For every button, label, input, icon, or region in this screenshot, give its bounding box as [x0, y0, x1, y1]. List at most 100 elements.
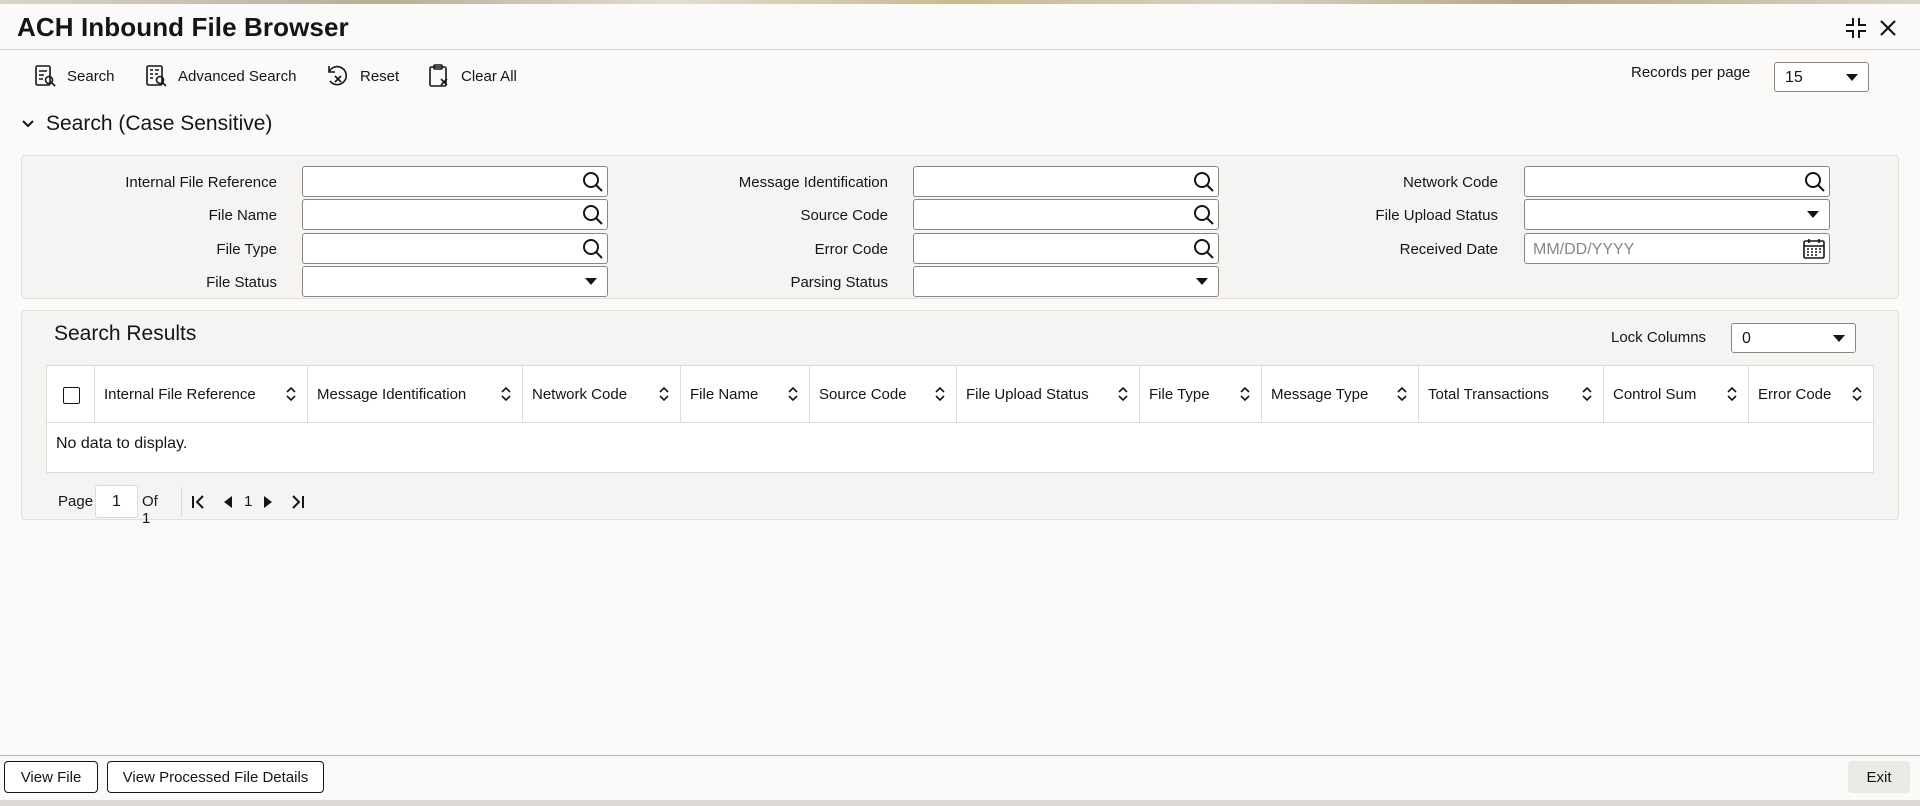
sort-icon — [935, 386, 945, 402]
file-status-select[interactable] — [302, 266, 608, 297]
exit-button[interactable]: Exit — [1848, 761, 1910, 793]
chevron-down-icon — [1807, 211, 1819, 218]
view-processed-file-details-button[interactable]: View Processed File Details — [107, 761, 324, 793]
column-header[interactable]: Internal File Reference — [95, 366, 308, 423]
column-header-label: File Upload Status — [966, 386, 1089, 403]
page-number-value: 1 — [112, 492, 121, 510]
search-section-toggle[interactable]: Search (Case Sensitive) — [20, 110, 272, 138]
column-header[interactable]: File Upload Status — [957, 366, 1140, 423]
lock-columns-label: Lock Columns — [1611, 329, 1707, 346]
column-header[interactable]: Network Code — [523, 366, 681, 423]
compress-icon[interactable] — [1842, 14, 1870, 42]
select-all-cell — [47, 366, 95, 423]
chevron-down-icon — [585, 278, 597, 285]
search-results-title: Search Results — [54, 322, 197, 345]
column-header[interactable]: File Type — [1140, 366, 1262, 423]
search-button-label: Search — [67, 67, 115, 85]
current-page-number[interactable]: 1 — [244, 493, 252, 510]
file-upload-status-label: File Upload Status — [1375, 207, 1498, 224]
magnifier-icon[interactable] — [582, 238, 604, 265]
pager-divider — [181, 487, 182, 517]
column-header-label: File Type — [1149, 386, 1210, 403]
file-upload-status-select[interactable] — [1524, 199, 1830, 230]
sort-icon — [286, 386, 296, 402]
view-file-button[interactable]: View File — [4, 761, 98, 793]
lock-columns-select[interactable]: 0 — [1731, 323, 1856, 353]
search-icon — [35, 65, 56, 87]
reset-button[interactable]: Reset — [324, 62, 399, 90]
column-header[interactable]: Message Type — [1262, 366, 1419, 423]
magnifier-icon[interactable] — [1193, 238, 1215, 265]
select-all-checkbox[interactable] — [63, 387, 80, 404]
sort-icon — [788, 386, 798, 402]
magnifier-icon[interactable] — [582, 204, 604, 231]
magnifier-icon[interactable] — [1804, 171, 1826, 198]
reset-icon — [328, 65, 348, 86]
column-header-label: Total Transactions — [1428, 386, 1549, 403]
source-code-input[interactable] — [913, 199, 1219, 230]
records-per-page-select[interactable]: 15 — [1774, 62, 1869, 92]
clear-all-button[interactable]: Clear All — [427, 62, 517, 90]
column-header[interactable]: Message Identification — [308, 366, 523, 423]
file-name-input[interactable] — [302, 199, 608, 230]
magnifier-icon[interactable] — [1193, 171, 1215, 198]
source-code-label: Source Code — [800, 207, 888, 224]
last-page-icon[interactable] — [290, 494, 306, 510]
page-number-input[interactable]: 1 — [95, 485, 138, 518]
column-header[interactable]: Control Sum — [1604, 366, 1749, 423]
search-button[interactable]: Search — [33, 62, 115, 90]
advanced-search-label: Advanced Search — [178, 67, 297, 85]
sort-icon — [1118, 386, 1128, 402]
results-table: Internal File Reference Message Identifi… — [46, 365, 1874, 473]
advanced-search-button[interactable]: Advanced Search — [144, 62, 296, 90]
parsing-status-label: Parsing Status — [790, 274, 888, 291]
file-type-label: File Type — [216, 241, 277, 258]
sort-icon — [1582, 386, 1592, 402]
sort-icon — [501, 386, 511, 402]
search-section-title: Search (Case Sensitive) — [46, 112, 273, 135]
page-of-label: Of 1 — [142, 493, 158, 527]
magnifier-icon[interactable] — [582, 171, 604, 198]
file-status-label: File Status — [206, 274, 277, 291]
network-code-input[interactable] — [1524, 166, 1830, 197]
bottom-edge — [0, 800, 1920, 806]
clear-all-label: Clear All — [461, 67, 517, 85]
column-header-label: Control Sum — [1613, 386, 1697, 403]
reset-label: Reset — [360, 67, 400, 85]
internal-file-reference-label: Internal File Reference — [125, 174, 277, 191]
message-identification-input[interactable] — [913, 166, 1219, 197]
error-code-label: Error Code — [814, 241, 888, 258]
calendar-icon[interactable] — [1802, 238, 1826, 265]
internal-file-reference-input[interactable] — [302, 166, 608, 197]
magnifier-icon[interactable] — [1193, 204, 1215, 231]
advanced-search-icon — [146, 65, 167, 87]
column-header-label: Error Code — [1758, 386, 1832, 403]
chevron-down-icon — [1196, 278, 1208, 285]
sort-icon — [1397, 386, 1407, 402]
message-identification-label: Message Identification — [738, 174, 888, 191]
chevron-down-icon — [22, 120, 34, 128]
column-header[interactable]: Error Code — [1749, 366, 1873, 423]
page-label: Page — [58, 493, 94, 510]
first-page-icon[interactable] — [190, 494, 206, 510]
column-header[interactable]: Total Transactions — [1419, 366, 1604, 423]
previous-page-icon[interactable] — [222, 495, 234, 509]
column-header-label: Network Code — [532, 386, 628, 403]
parsing-status-select[interactable] — [913, 266, 1219, 297]
column-header-label: Message Type — [1271, 386, 1369, 403]
column-header[interactable]: Source Code — [810, 366, 957, 423]
next-page-icon[interactable] — [262, 495, 274, 509]
received-date-label: Received Date — [1399, 241, 1498, 258]
sort-icon — [1240, 386, 1250, 402]
close-icon[interactable] — [1874, 14, 1902, 42]
file-type-input[interactable] — [302, 233, 608, 264]
column-header[interactable]: File Name — [681, 366, 810, 423]
received-date-placeholder: MM/DD/YYYY — [1533, 241, 1635, 258]
no-data-message: No data to display. — [56, 435, 188, 452]
footer-bar: View File View Processed File Details Ex… — [0, 755, 1920, 800]
sort-icon — [1727, 386, 1737, 402]
chevron-down-icon — [1846, 74, 1858, 81]
records-per-page-value: 15 — [1785, 69, 1803, 86]
received-date-input[interactable]: MM/DD/YYYY — [1524, 233, 1830, 264]
error-code-input[interactable] — [913, 233, 1219, 264]
